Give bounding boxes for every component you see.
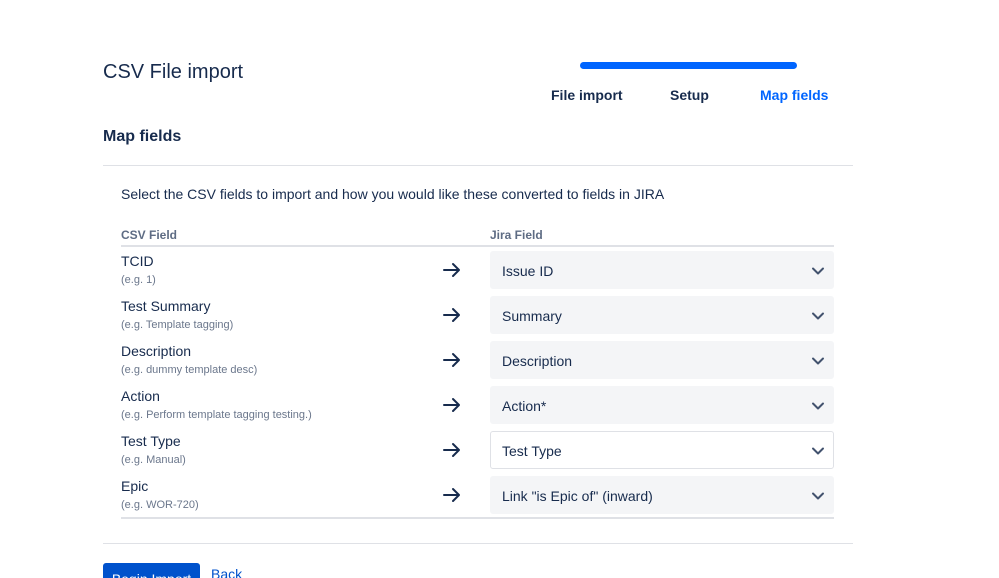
csv-field-example: (e.g. 1)	[121, 274, 156, 286]
csv-field-name: TCID	[121, 253, 154, 269]
table-header-divider	[121, 245, 834, 247]
mapping-row: Test Summary (e.g. Template tagging) Sum…	[121, 295, 834, 340]
intro-text: Select the CSV fields to import and how …	[121, 186, 665, 202]
jira-field-header: Jira Field	[490, 228, 543, 242]
step-map-fields: Map fields	[760, 87, 829, 103]
csv-field-example: (e.g. WOR-720)	[121, 499, 199, 511]
jira-field-select[interactable]: Issue ID	[490, 251, 834, 289]
chevron-down-icon	[812, 447, 824, 455]
divider-top	[103, 165, 853, 166]
section-title: Map fields	[103, 128, 182, 145]
csv-field-name: Epic	[121, 478, 149, 494]
begin-import-button[interactable]: Begin Import	[103, 563, 200, 578]
divider-bottom	[103, 543, 853, 544]
csv-field-name: Test Summary	[121, 298, 211, 314]
jira-field-value: Description	[502, 353, 573, 369]
jira-field-value: Link "is Epic of" (inward)	[502, 488, 653, 504]
csv-field-name: Test Type	[121, 433, 181, 449]
csv-field-example: (e.g. dummy template desc)	[121, 364, 258, 376]
jira-field-select[interactable]: Summary	[490, 296, 834, 334]
chevron-down-icon	[812, 357, 824, 365]
step-file-import[interactable]: File import	[551, 87, 623, 103]
jira-field-select[interactable]: Description	[490, 341, 834, 379]
jira-field-value: Summary	[502, 308, 562, 324]
chevron-down-icon	[812, 267, 824, 275]
csv-field-name: Description	[121, 343, 192, 359]
mapping-row: Description (e.g. dummy template desc) D…	[121, 340, 834, 385]
chevron-down-icon	[812, 402, 824, 410]
arrow-right-icon	[443, 308, 460, 322]
back-link[interactable]: Back	[211, 566, 242, 578]
jira-field-select[interactable]: Link "is Epic of" (inward)	[490, 476, 834, 514]
csv-field-name: Action	[121, 388, 160, 404]
mapping-row: TCID (e.g. 1) Issue ID	[121, 250, 834, 295]
step-setup[interactable]: Setup	[670, 87, 709, 103]
csv-field-header: CSV Field	[121, 228, 178, 242]
arrow-right-icon	[443, 398, 460, 412]
chevron-down-icon	[812, 312, 824, 320]
jira-field-select[interactable]: Test Type	[490, 431, 834, 469]
mapping-table: TCID (e.g. 1) Issue ID Test Summary (e.g…	[121, 250, 834, 520]
page-title: CSV File import	[103, 61, 244, 83]
jira-field-value: Test Type	[502, 443, 562, 459]
jira-field-value: Issue ID	[502, 263, 554, 279]
mapping-row: Action (e.g. Perform template tagging te…	[121, 385, 834, 430]
arrow-right-icon	[443, 443, 460, 457]
csv-field-example: (e.g. Perform template tagging testing.)	[121, 409, 312, 421]
csv-field-example: (e.g. Manual)	[121, 454, 186, 466]
jira-field-value: Action*	[502, 398, 547, 414]
mapping-row: Epic (e.g. WOR-720) Link "is Epic of" (i…	[121, 475, 834, 520]
arrow-right-icon	[443, 488, 460, 502]
arrow-right-icon	[443, 353, 460, 367]
table-footer-divider	[121, 517, 834, 519]
csv-import-page: CSV File import File import Setup Map fi…	[0, 0, 999, 578]
chevron-down-icon	[812, 492, 824, 500]
mapping-row: Test Type (e.g. Manual) Test Type	[121, 430, 834, 475]
arrow-right-icon	[443, 263, 460, 277]
stepper: File import Setup Map fields	[540, 87, 850, 107]
csv-field-example: (e.g. Template tagging)	[121, 319, 234, 331]
jira-field-select[interactable]: Action*	[490, 386, 834, 424]
progress-bar	[580, 62, 797, 69]
